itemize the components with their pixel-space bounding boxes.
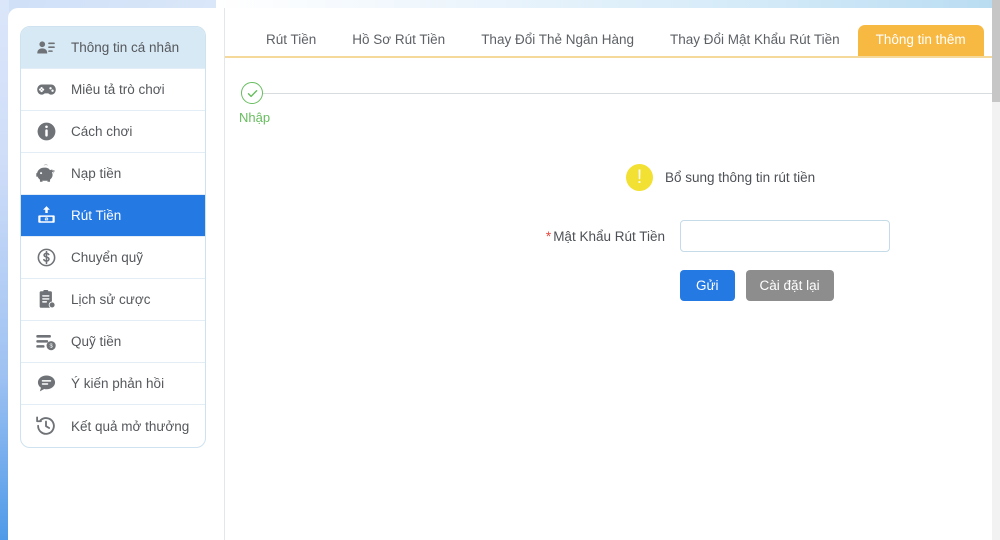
sidebar-item-label: Chuyển quỹ (71, 250, 144, 265)
tab-thay-doi-the-ngan-hang[interactable]: Thay Đổi Thẻ Ngân Hàng (463, 25, 652, 56)
sidebar-menu: Thông tin cá nhân Miêu tả trò chơi Cách … (20, 26, 206, 448)
password-field-label: * Mật Khẩu Rút Tiền (537, 229, 665, 244)
step-label-nhap: Nhập (239, 110, 271, 125)
sidebar-item-cach-choi[interactable]: Cách chơi (21, 111, 205, 153)
sidebar-item-label: Kết quả mở thưởng (71, 418, 190, 434)
step-connector-line (263, 92, 992, 94)
sidebar-item-ket-qua-mo-thuong[interactable]: Kết quả mở thưởng (21, 405, 205, 447)
tab-thong-tin-them[interactable]: Thông tin thêm (857, 25, 984, 56)
form-action-buttons: Gửi Cài đặt lại (680, 270, 992, 301)
clipboard-history-icon (33, 287, 59, 313)
sidebar-item-label: Miêu tả trò chơi (71, 82, 165, 97)
sidebar-item-chuyen-quy[interactable]: Chuyển quỹ (21, 237, 205, 279)
sidebar-item-mieu-ta-tro-choi[interactable]: Miêu tả trò chơi (21, 69, 205, 111)
history-clock-icon (33, 413, 59, 439)
tab-ho-so-rut-tien[interactable]: Hồ Sơ Rút Tiền (334, 25, 463, 56)
sidebar-item-label: Quỹ tiền (71, 334, 122, 349)
sidebar-item-label: Thông tin cá nhân (71, 40, 180, 55)
sidebar-item-label: Rút Tiền (71, 208, 122, 223)
piggy-bank-icon (33, 161, 59, 187)
page-scrollbar-track[interactable] (992, 0, 1000, 540)
svg-text:$: $ (45, 217, 47, 221)
sidebar-item-thong-tin-ca-nhan[interactable]: Thông tin cá nhân (21, 27, 205, 69)
sidebar-item-label: Ý kiến phản hồi (71, 376, 165, 391)
password-label-text: Mật Khẩu Rút Tiền (553, 228, 665, 244)
step-indicator: Nhập (225, 82, 992, 134)
page-scrollbar-thumb[interactable] (992, 0, 1000, 102)
withdraw-cash-icon: $ (33, 203, 59, 229)
sidebar-item-lich-su-cuoc[interactable]: Lịch sử cược (21, 279, 205, 321)
dollar-circle-icon (33, 245, 59, 271)
content-card: Thông tin cá nhân Miêu tả trò chơi Cách … (8, 8, 992, 540)
sidebar-item-y-kien-phan-hoi[interactable]: Ý kiến phản hồi (21, 363, 205, 405)
submit-button[interactable]: Gửi (680, 270, 735, 301)
tab-bar: Rút Tiền Hồ Sơ Rút Tiền Thay Đổi Thẻ Ngâ… (225, 8, 992, 58)
exclamation-glyph: ! (636, 166, 643, 188)
main-content: Rút Tiền Hồ Sơ Rút Tiền Thay Đổi Thẻ Ngâ… (225, 8, 992, 540)
password-field-row: * Mật Khẩu Rút Tiền (537, 220, 992, 252)
sidebar-item-rut-tien[interactable]: $ Rút Tiền (21, 195, 205, 237)
page-root: Thông tin cá nhân Miêu tả trò chơi Cách … (0, 0, 1000, 540)
tab-rut-tien[interactable]: Rút Tiền (248, 25, 334, 56)
chat-bubble-icon (33, 371, 59, 397)
info-circle-icon (33, 119, 59, 145)
reset-button[interactable]: Cài đặt lại (745, 270, 834, 301)
sidebar-item-quy-tien[interactable]: $ Quỹ tiền (21, 321, 205, 363)
notice-banner: ! Bổ sung thông tin rút tiền (626, 164, 992, 191)
sidebar-item-label: Nạp tiền (71, 166, 122, 181)
sidebar-item-nap-tien[interactable]: Nạp tiền (21, 153, 205, 195)
withdraw-password-input[interactable] (680, 220, 890, 252)
tab-thay-doi-mat-khau-rut-tien[interactable]: Thay Đổi Mật Khẩu Rút Tiền (652, 25, 858, 56)
notice-text: Bổ sung thông tin rút tiền (665, 170, 816, 185)
withdraw-extra-info-form: ! Bổ sung thông tin rút tiền * Mật Khẩu R… (225, 164, 992, 301)
sidebar-item-label: Cách chơi (71, 124, 133, 139)
required-asterisk: * (545, 228, 552, 244)
user-card-icon (33, 35, 59, 61)
check-circle-icon (241, 82, 263, 104)
gamepad-icon (33, 77, 59, 103)
funds-list-icon: $ (33, 329, 59, 355)
exclamation-circle-icon: ! (626, 164, 653, 191)
sidebar-item-label: Lịch sử cược (71, 292, 151, 307)
